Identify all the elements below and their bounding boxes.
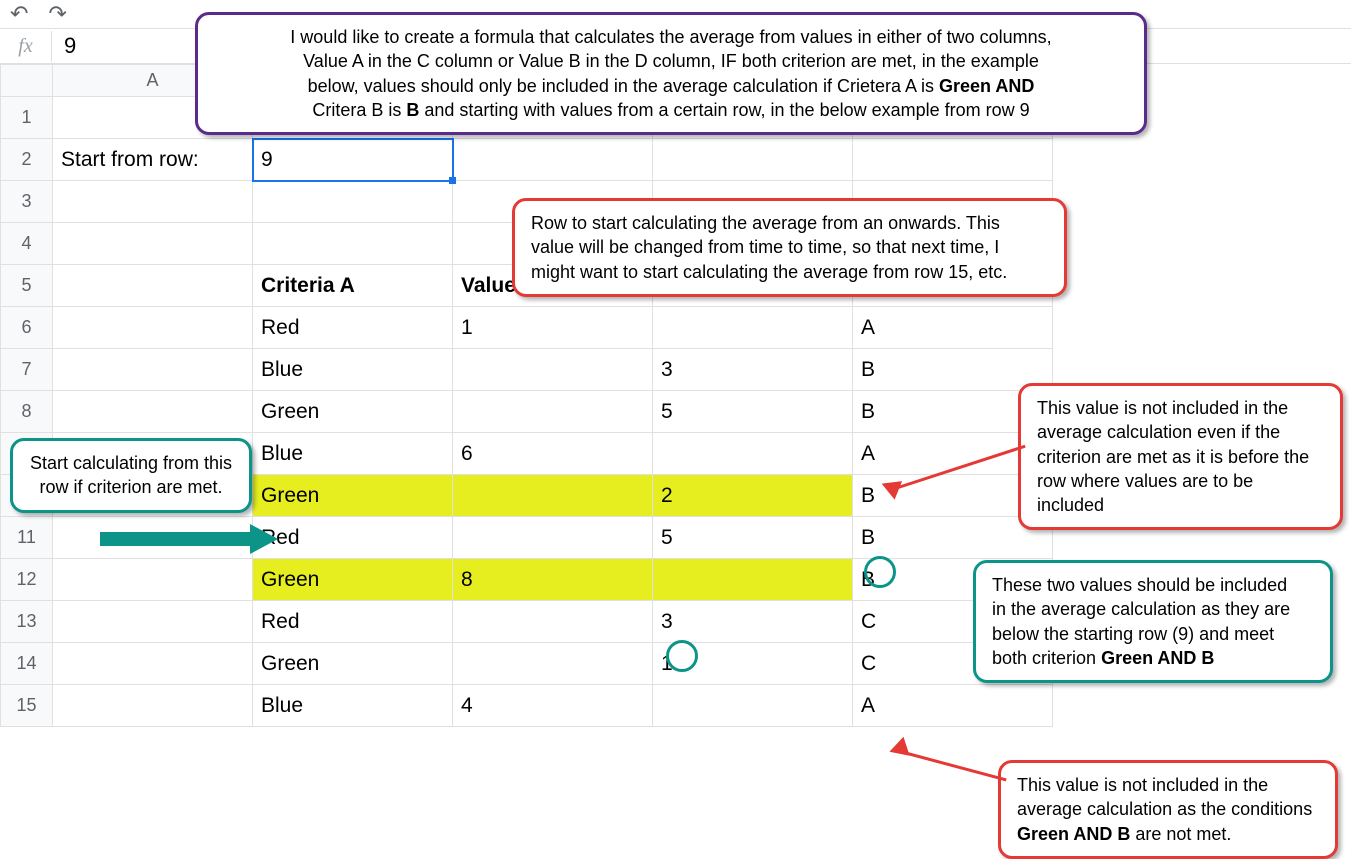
arrowhead-red-icon <box>886 737 909 762</box>
row-header[interactable]: 3 <box>1 181 53 223</box>
row-header[interactable]: 8 <box>1 391 53 433</box>
arrow-teal-icon <box>100 532 250 546</box>
cell-c11[interactable] <box>453 517 653 559</box>
undo-icon[interactable]: ↶ <box>10 1 28 27</box>
text: Green AND B are not met. <box>1017 822 1319 846</box>
cell-d7[interactable]: 3 <box>653 349 853 391</box>
cell-c14[interactable] <box>453 643 653 685</box>
text: row if criterion are met. <box>29 475 233 499</box>
cell-d14[interactable]: 1 <box>653 643 853 685</box>
cell[interactable] <box>53 391 253 433</box>
cell-c10[interactable] <box>453 475 653 517</box>
cell[interactable] <box>253 181 453 223</box>
cell[interactable] <box>53 265 253 307</box>
cell-c12[interactable]: 8 <box>453 559 653 601</box>
arrowhead-teal-icon <box>250 524 278 554</box>
cell-b10[interactable]: Green <box>253 475 453 517</box>
text: below the starting row (9) and meet <box>992 622 1314 646</box>
text: average calculation as the conditions <box>1017 797 1319 821</box>
row-header[interactable]: 5 <box>1 265 53 307</box>
callout-excluded-before: This value is not included in the averag… <box>1018 383 1343 530</box>
text: in the average calculation as they are <box>992 597 1314 621</box>
cell-d6[interactable] <box>653 307 853 349</box>
cell-e7[interactable]: B <box>853 349 1053 391</box>
cell[interactable] <box>53 601 253 643</box>
cell-d8[interactable]: 5 <box>653 391 853 433</box>
cell-c8[interactable] <box>453 391 653 433</box>
cell[interactable] <box>253 223 453 265</box>
row-header[interactable]: 7 <box>1 349 53 391</box>
row-header[interactable]: 4 <box>1 223 53 265</box>
cell-c9[interactable]: 6 <box>453 433 653 475</box>
cell[interactable] <box>53 181 253 223</box>
cell-b8[interactable]: Green <box>253 391 453 433</box>
text: This value is not included in the <box>1037 396 1324 420</box>
cell[interactable] <box>53 685 253 727</box>
text: I would like to create a formula that ca… <box>214 25 1128 49</box>
cell-b2[interactable]: 9 <box>253 139 453 181</box>
text: both criterion Green AND B <box>992 646 1314 670</box>
cell-b7[interactable]: Blue <box>253 349 453 391</box>
cell-d9[interactable] <box>653 433 853 475</box>
cell[interactable] <box>53 559 253 601</box>
select-all-corner[interactable] <box>1 65 53 97</box>
cell-b6[interactable]: Red <box>253 307 453 349</box>
cell-e6[interactable]: A <box>853 307 1053 349</box>
cell-c7[interactable] <box>453 349 653 391</box>
arrow-line-icon <box>900 750 1007 781</box>
text: These two values should be included <box>992 573 1314 597</box>
cell-d15[interactable] <box>653 685 853 727</box>
text: criterion are met as it is before the <box>1037 445 1324 469</box>
cell[interactable] <box>653 139 853 181</box>
text: Row to start calculating the average fro… <box>531 211 1048 235</box>
row-header[interactable]: 2 <box>1 139 53 181</box>
row-header[interactable]: 12 <box>1 559 53 601</box>
redo-icon[interactable]: ↷ <box>48 1 66 27</box>
cell[interactable] <box>853 139 1053 181</box>
cell-b12[interactable]: Green <box>253 559 453 601</box>
cell-e15[interactable]: A <box>853 685 1053 727</box>
cell-c13[interactable] <box>453 601 653 643</box>
cell-d10[interactable]: 2 <box>653 475 853 517</box>
callout-included: These two values should be included in t… <box>973 560 1333 683</box>
cell-b15[interactable]: Blue <box>253 685 453 727</box>
callout-excluded-criteria: This value is not included in the averag… <box>998 760 1338 859</box>
text: below, values should only be included in… <box>214 74 1128 98</box>
cell-c6[interactable]: 1 <box>453 307 653 349</box>
cell-d13[interactable]: 3 <box>653 601 853 643</box>
text: might want to start calculating the aver… <box>531 260 1048 284</box>
cell[interactable] <box>53 643 253 685</box>
row-header[interactable]: 14 <box>1 643 53 685</box>
text: row where values are to be included <box>1037 469 1324 518</box>
row-header[interactable]: 11 <box>1 517 53 559</box>
row-header[interactable]: 6 <box>1 307 53 349</box>
cell[interactable] <box>53 307 253 349</box>
text: Critera B is B and starting with values … <box>214 98 1128 122</box>
text: This value is not included in the <box>1017 773 1319 797</box>
cell-d11[interactable]: 5 <box>653 517 853 559</box>
grid[interactable]: A B C D E 1 2 Start from row: 9 3 4 5 Cr… <box>0 64 1053 727</box>
cell-a2[interactable]: Start from row: <box>53 139 253 181</box>
row-header[interactable]: 13 <box>1 601 53 643</box>
text: value will be changed from time to time,… <box>531 235 1048 259</box>
cell-b5[interactable]: Criteria A <box>253 265 453 307</box>
row-header[interactable]: 1 <box>1 97 53 139</box>
cell-b9[interactable]: Blue <box>253 433 453 475</box>
callout-top-explain: I would like to create a formula that ca… <box>195 12 1147 135</box>
cell[interactable] <box>53 349 253 391</box>
cell-d12[interactable] <box>653 559 853 601</box>
cell-b13[interactable]: Red <box>253 601 453 643</box>
text: Value A in the C column or Value B in th… <box>214 49 1128 73</box>
callout-start-row: Row to start calculating the average fro… <box>512 198 1067 297</box>
text: average calculation even if the <box>1037 420 1324 444</box>
cell-c15[interactable]: 4 <box>453 685 653 727</box>
cell-b14[interactable]: Green <box>253 643 453 685</box>
fx-label: fx <box>0 31 52 62</box>
callout-start-calc: Start calculating from this row if crite… <box>10 438 252 513</box>
cell[interactable] <box>53 223 253 265</box>
cell[interactable] <box>453 139 653 181</box>
text: Start calculating from this <box>29 451 233 475</box>
row-header[interactable]: 15 <box>1 685 53 727</box>
cell-b11[interactable]: Red <box>253 517 453 559</box>
